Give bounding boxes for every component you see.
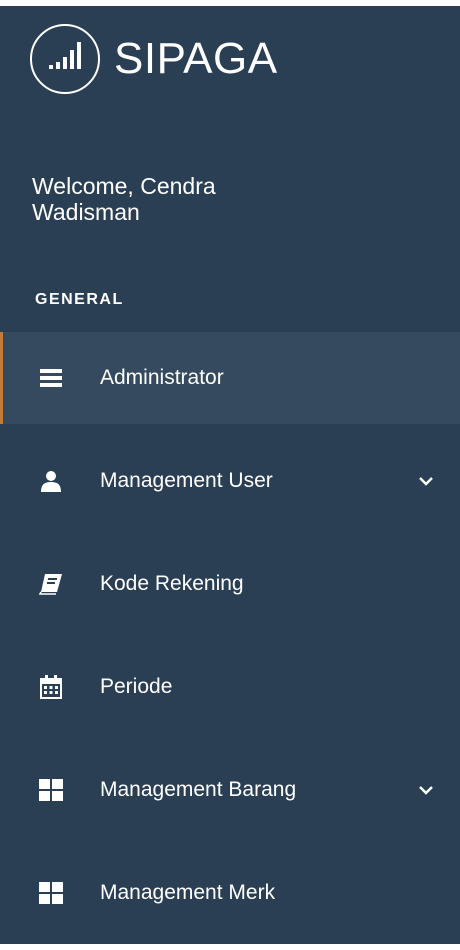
top-divider: [0, 0, 460, 6]
grid-icon: [39, 881, 63, 905]
bars-icon: [39, 366, 63, 390]
chevron-down-icon[interactable]: [418, 473, 434, 489]
sidebar-item-management-barang[interactable]: Management Barang: [0, 744, 460, 836]
sidebar-item-periode[interactable]: Periode: [0, 641, 460, 733]
sidebar-item-management-user[interactable]: Management User: [0, 435, 460, 527]
sidebar-item-administrator[interactable]: Administrator: [0, 332, 460, 424]
sidebar: SIPAGA Welcome, Cendra Wadisman GENERAL …: [0, 0, 460, 950]
chevron-down-icon[interactable]: [418, 782, 434, 798]
welcome-text: Welcome, Cendra Wadisman: [32, 173, 216, 225]
section-title: GENERAL: [35, 291, 124, 308]
grid-icon: [39, 778, 63, 802]
sidebar-item-kode-rekening[interactable]: Kode Rekening: [0, 538, 460, 630]
user-icon: [39, 469, 63, 493]
sidebar-item-management-merk[interactable]: Management Merk: [0, 847, 460, 939]
calendar-icon: [39, 675, 63, 699]
sidebar-item-label: Management Merk: [100, 881, 276, 904]
bottom-divider: [0, 944, 460, 950]
signal-bars-icon: [30, 24, 100, 94]
brand[interactable]: SIPAGA: [30, 24, 278, 94]
sidebar-item-label: Periode: [100, 675, 173, 698]
sidebar-nav: Administrator Management User Kode Reken…: [0, 332, 460, 950]
sidebar-item-label: Management Barang: [100, 778, 297, 801]
book-icon: [39, 572, 63, 596]
sidebar-item-label: Kode Rekening: [100, 572, 244, 595]
brand-name: SIPAGA: [114, 34, 278, 83]
sidebar-item-label: Administrator: [100, 366, 224, 389]
sidebar-item-label: Management User: [100, 469, 273, 492]
